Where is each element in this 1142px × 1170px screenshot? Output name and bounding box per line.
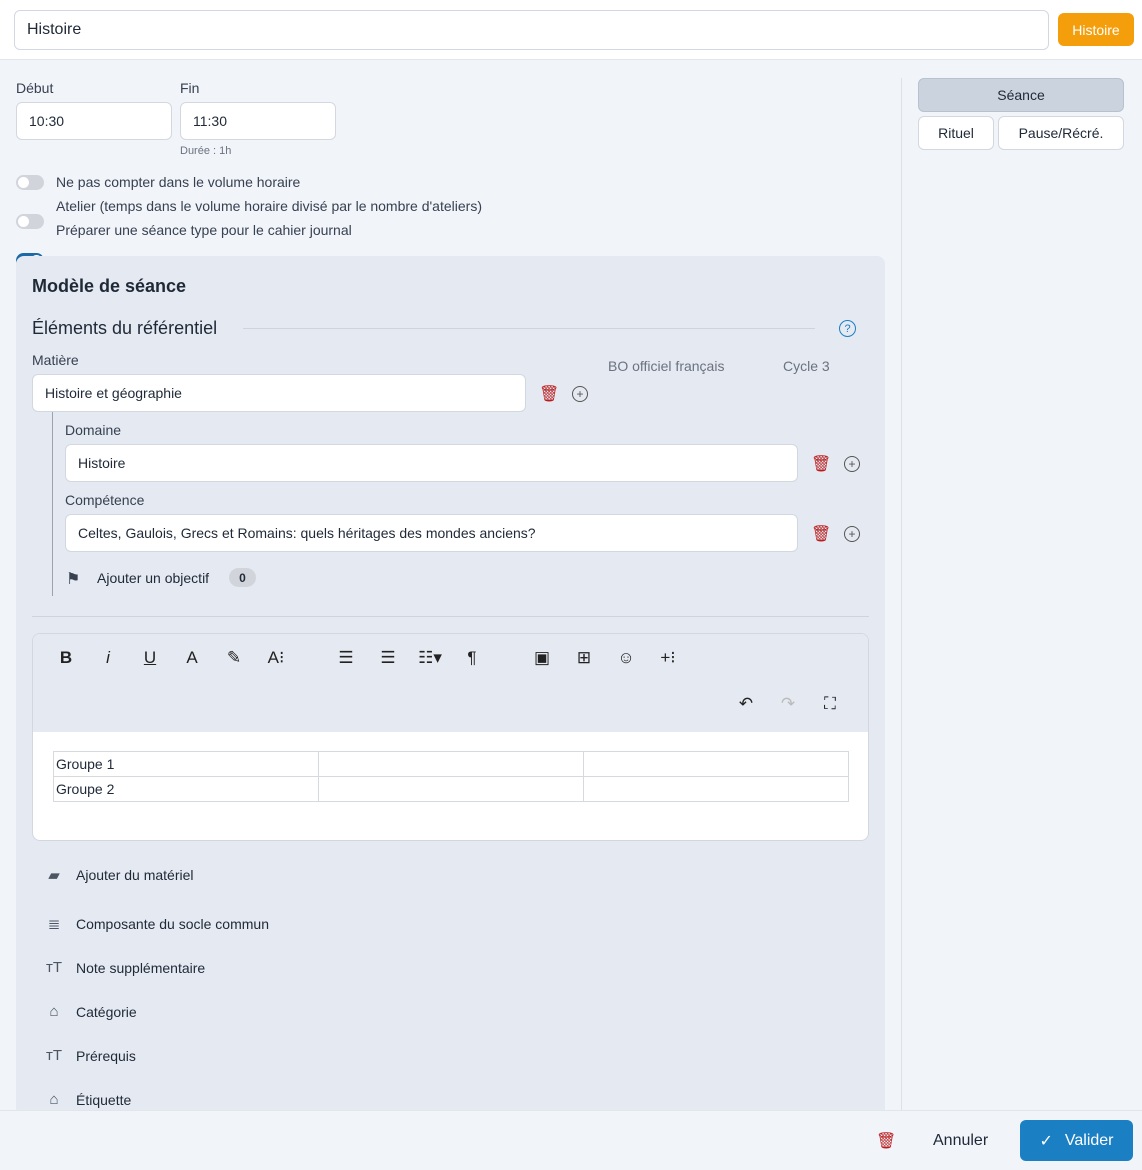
- toggle-no-count[interactable]: [16, 175, 44, 190]
- section-materiel[interactable]: ▰ Ajouter du matériel: [46, 866, 194, 884]
- table-icon[interactable]: ⊞: [569, 648, 599, 668]
- underline-icon[interactable]: U: [135, 648, 165, 668]
- add-circle-icon[interactable]: +: [844, 526, 860, 542]
- text-size-icon: ᴛT: [46, 959, 63, 976]
- add-circle-icon[interactable]: +: [844, 456, 860, 472]
- table-cell[interactable]: Groupe 1: [53, 751, 319, 777]
- add-circle-icon[interactable]: +: [572, 386, 588, 402]
- trash-icon[interactable]: 🗑: [539, 384, 559, 404]
- cycle-text: Cycle 3: [783, 358, 830, 374]
- domaine-label: Domaine: [65, 422, 122, 438]
- list-icon: ≣: [47, 916, 61, 933]
- image-icon[interactable]: ▣: [527, 648, 557, 668]
- validate-button[interactable]: ✓ Valider: [1020, 1120, 1133, 1161]
- trash-icon[interactable]: 🗑: [811, 454, 831, 474]
- end-label: Fin: [180, 80, 200, 96]
- section-prerequis[interactable]: ᴛT Prérequis: [46, 1047, 136, 1064]
- emoji-icon[interactable]: ☺: [611, 648, 641, 668]
- bold-icon[interactable]: B: [51, 648, 81, 668]
- paragraph-format-icon[interactable]: ☰: [373, 648, 403, 668]
- table-cell[interactable]: Groupe 2: [53, 776, 319, 802]
- subject-badge[interactable]: Histoire: [1058, 13, 1134, 46]
- fullscreen-icon[interactable]: ⛶: [815, 694, 845, 714]
- objective-count-badge: 0: [229, 568, 256, 587]
- more-icon[interactable]: +⁝: [653, 648, 683, 668]
- align-icon[interactable]: ☰: [331, 648, 361, 668]
- help-icon[interactable]: ?: [839, 320, 856, 337]
- start-time-input[interactable]: 10:30: [16, 102, 172, 140]
- competence-label: Compétence: [65, 492, 145, 508]
- editor-toolbar: B i U A ✎ A⁝ ☰ ☰ ☷▾ ¶ ▣ ⊞ ☺ +⁝ ↶ ↷ ⛶: [33, 634, 868, 732]
- undo-icon[interactable]: ↶: [731, 694, 761, 714]
- cancel-button[interactable]: Annuler: [933, 1132, 988, 1150]
- delete-trash-icon[interactable]: 🗑: [876, 1131, 896, 1151]
- section-categorie[interactable]: ⌂ Catégorie: [46, 1003, 137, 1020]
- divider: [901, 78, 902, 1110]
- end-time-input[interactable]: 11:30: [180, 102, 336, 140]
- editor-table[interactable]: Groupe 1 Groupe 2: [53, 751, 849, 802]
- italic-icon[interactable]: i: [93, 648, 123, 668]
- trash-icon[interactable]: 🗑: [811, 524, 831, 544]
- type-seance-button[interactable]: Séance: [918, 78, 1124, 112]
- matiere-label: Matière: [32, 352, 79, 368]
- section-label: Catégorie: [76, 1003, 137, 1020]
- table-row: Groupe 2: [53, 776, 849, 802]
- section-etiquette[interactable]: ⌂ Étiquette: [46, 1091, 131, 1108]
- rich-text-editor[interactable]: B i U A ✎ A⁝ ☰ ☰ ☷▾ ¶ ▣ ⊞ ☺ +⁝ ↶ ↷ ⛶ Gro…: [32, 633, 869, 841]
- flag-icon: ⚑: [66, 571, 81, 588]
- section-label: Prérequis: [76, 1047, 136, 1064]
- start-label: Début: [16, 80, 54, 96]
- panel-title: Modèle de séance: [32, 276, 187, 296]
- font-size-icon[interactable]: A⁝: [261, 648, 291, 668]
- validate-label: Valider: [1064, 1131, 1114, 1149]
- highlight-icon[interactable]: ✎: [219, 648, 249, 668]
- section-label: Étiquette: [76, 1091, 132, 1108]
- matiere-input[interactable]: Histoire et géographie: [32, 374, 526, 412]
- tag-icon: ⌂: [49, 1091, 59, 1108]
- section-note[interactable]: ᴛT Note supplémentaire: [46, 959, 205, 976]
- toggle-atelier[interactable]: [16, 214, 44, 229]
- tree-line: [52, 412, 53, 596]
- title-input[interactable]: Histoire: [14, 10, 1049, 50]
- type-pause-button[interactable]: Pause/Récré.: [998, 116, 1124, 150]
- check-icon: ✓: [1039, 1132, 1053, 1150]
- briefcase-icon: ▰: [48, 867, 60, 884]
- domaine-input[interactable]: Histoire: [65, 444, 798, 482]
- text-color-icon[interactable]: A: [177, 648, 207, 668]
- referentiel-title: Éléments du référentiel: [32, 318, 218, 338]
- section-label: Note supplémentaire: [76, 959, 206, 976]
- divider: [32, 616, 869, 617]
- toggle-label: Préparer une séance type pour le cahier …: [56, 222, 352, 238]
- table-cell[interactable]: [583, 751, 849, 777]
- bo-text: BO officiel français: [608, 358, 725, 374]
- section-label: Ajouter du matériel: [76, 867, 194, 883]
- ordered-list-icon[interactable]: ☷▾: [415, 648, 445, 668]
- paragraph-icon[interactable]: ¶: [457, 648, 487, 668]
- type-rituel-button[interactable]: Rituel: [918, 116, 994, 150]
- text-size-icon: ᴛT: [46, 1047, 63, 1064]
- tag-icon: ⌂: [49, 1003, 59, 1020]
- toggle-label: Ne pas compter dans le volume horaire: [56, 174, 301, 190]
- section-label: Composante du socle commun: [76, 916, 269, 932]
- toggle-label: Atelier (temps dans le volume horaire di…: [56, 198, 482, 214]
- duration-text: Durée : 1h: [180, 145, 232, 157]
- table-cell[interactable]: [318, 751, 584, 777]
- add-objective-button[interactable]: Ajouter un objectif: [97, 570, 209, 586]
- table-row: Groupe 1: [53, 751, 849, 777]
- competence-input[interactable]: Celtes, Gaulois, Grecs et Romains: quels…: [65, 514, 798, 552]
- section-socle[interactable]: ≣ Composante du socle commun: [46, 915, 269, 933]
- divider: [243, 328, 815, 329]
- redo-icon[interactable]: ↷: [773, 694, 803, 714]
- table-cell[interactable]: [583, 776, 849, 802]
- table-cell[interactable]: [318, 776, 584, 802]
